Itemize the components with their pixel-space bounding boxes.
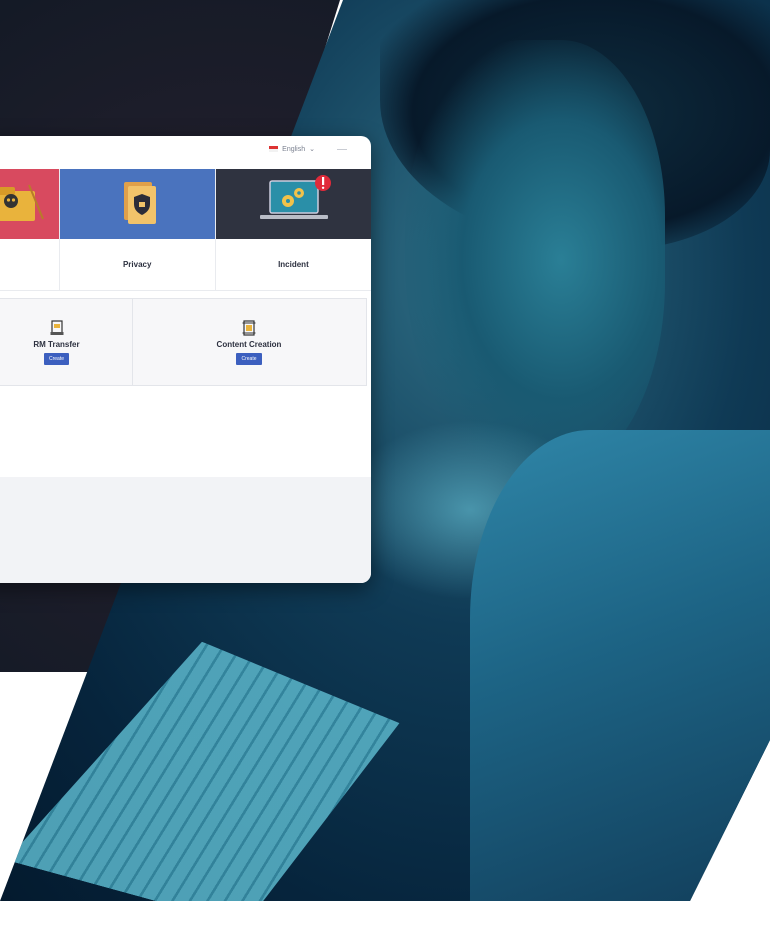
tile-privacy[interactable]: Privacy	[59, 169, 216, 291]
create-cards: RM Transfer Create Content Creation Crea…	[0, 298, 367, 386]
app-window: English ⌄ Privacy Incident RM Transfer C…	[0, 136, 371, 583]
document-scanner-icon	[50, 319, 63, 335]
tile-label: Incident	[215, 239, 371, 291]
card-title: RM Transfer	[33, 339, 80, 349]
folder-skull-icon	[0, 169, 59, 239]
card-rm-transfer: RM Transfer Create	[0, 299, 133, 385]
person-face	[405, 40, 665, 480]
tile-incident[interactable]: Incident	[215, 169, 371, 291]
tile-label	[0, 239, 59, 291]
create-button[interactable]: Create	[43, 352, 69, 365]
flag-icon	[269, 146, 279, 152]
chevron-down-icon: ⌄	[309, 146, 315, 153]
tile-threat[interactable]	[0, 169, 60, 291]
layered-document-icon	[242, 319, 256, 336]
module-tiles: Privacy Incident	[0, 169, 371, 291]
card-content-creation: Content Creation Create	[133, 299, 365, 385]
menu-icon[interactable]	[337, 149, 347, 150]
top-bar: English ⌄	[0, 136, 371, 168]
language-label: English	[282, 145, 306, 153]
create-button[interactable]: Create	[236, 352, 262, 365]
gears-laptop-icon	[215, 169, 371, 239]
lock-folder-icon	[59, 169, 215, 239]
language-selector[interactable]: English ⌄	[269, 145, 315, 153]
card-title: Content Creation	[216, 339, 282, 349]
tile-label: Privacy	[59, 239, 215, 291]
laptop-keyboard	[6, 627, 413, 932]
footer-area	[0, 477, 371, 583]
person-shirt	[470, 430, 770, 901]
